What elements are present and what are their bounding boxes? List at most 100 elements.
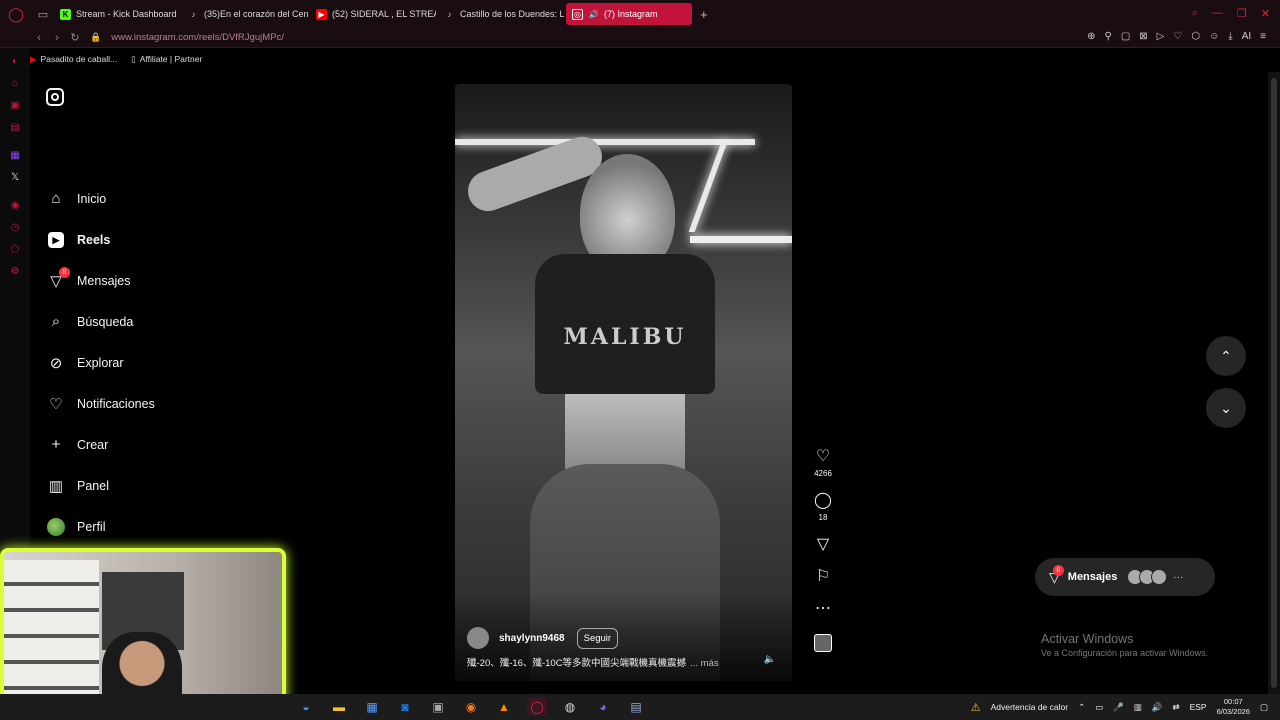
workspaces-icon[interactable]: ⌂ [0,72,30,94]
nav-item-notificaciones[interactable]: ♡ Notificaciones [46,383,155,424]
gym-light [688,142,728,232]
nav-item-busqueda[interactable]: ⌕ Búsqueda [46,301,155,342]
audio-thumbnail[interactable] [814,634,832,652]
windows-taskbar: ◒ ▬ ▦ ◙ ▣ ◉ ▲ ◯ ◍ ◕ ▤ ⚠ Advertencia de c… [0,694,1280,720]
dashboard-icon: ▥ [48,477,64,495]
reel-actions: ♡ 4266 ◯ 18 ▽ ⚐ ⋯ [810,448,836,652]
nav-label: Explorar [77,355,124,370]
favorite-icon[interactable]: ♡ [1173,31,1182,42]
reload-icon[interactable]: ↻ [66,31,84,44]
profile-icon[interactable]: ☺ [1209,31,1219,42]
speaker-icon[interactable]: 🔊 [1152,702,1163,713]
chevron-up-icon[interactable]: ⌃ [1078,702,1085,713]
outlook-icon[interactable]: ◙ [395,698,415,716]
messages-label: Mensajes [1067,571,1118,583]
camera-icon[interactable]: ▭ [1095,702,1103,713]
comment-icon[interactable]: ◯ [814,492,832,510]
new-tab-button[interactable]: + [700,7,708,22]
download-icon[interactable]: ⤓ [1228,31,1232,42]
network-share-icon[interactable]: ⇄ [1172,702,1179,713]
instagram-logo-icon[interactable] [46,88,64,106]
notification-badge: 8 [59,266,70,278]
player-icon[interactable]: ▤ [0,116,30,138]
tab-youtube[interactable]: ▶ (52) SIDERAL , EL STREAM [310,3,436,25]
volume-icon[interactable]: 🔈 [764,654,776,665]
close-icon[interactable]: ✕ [1261,7,1270,20]
share-icon[interactable]: ▽ [817,536,829,554]
microphone-icon[interactable]: 🎤 [1113,702,1124,713]
follow-button[interactable]: Seguir [576,627,619,649]
menu-icon[interactable]: ≡ [1260,31,1266,42]
opera-icon[interactable]: ◯ [527,698,547,716]
save-action: ⚐ [816,568,830,586]
notes-icon[interactable]: ▤ [626,698,646,716]
tab-tiktok-1[interactable]: ♪ (35)En el corazón del Cen [182,3,309,25]
settings-icon[interactable]: ⚙ [0,260,30,282]
weather-text[interactable]: Advertencia de calor [991,702,1069,712]
heart-icon[interactable]: ♡ [816,448,830,466]
discord-icon[interactable]: ◕ [593,698,613,716]
bookmark-item[interactable]: ▯ Affiliate | Partner [131,54,202,65]
more-icon[interactable]: ⋯ [815,600,831,618]
bookmark-label: Affiliate | Partner [139,53,203,64]
twitch-icon[interactable]: ▦ [0,144,30,166]
next-reel-button[interactable]: ⌄ [1206,388,1246,428]
nav-item-mensajes[interactable]: ▽ 8 Mensajes [46,260,155,301]
bookmark-item[interactable]: ▶ Pasadito de caball... [30,54,117,65]
comment-action: ◯ 18 [814,492,832,522]
record-icon[interactable]: ◉ [0,194,30,216]
zoom-icon[interactable]: ⊕ [1087,31,1095,42]
tab-kick[interactable]: K Stream - Kick Dashboard [54,3,180,25]
forward-icon[interactable]: › [48,32,66,44]
pin-icon[interactable]: ⚲ [1104,31,1111,42]
nav-item-reels[interactable]: ▶ Reels [46,219,155,260]
language-indicator[interactable]: ESP [1190,702,1207,712]
notifications-icon[interactable]: ▢ [1260,702,1268,713]
messenger-icon[interactable]: ▣ [0,94,30,116]
previous-reel-button[interactable]: ⌃ [1206,336,1246,376]
nav-item-panel[interactable]: ▥ Panel [46,465,155,506]
network-icon[interactable]: ▥ [1134,702,1142,713]
nav-item-explorar[interactable]: ⊘ Explorar [46,342,155,383]
notification-badge: 8 [1052,564,1064,576]
back-icon[interactable]: ‹ [30,32,48,44]
store-icon[interactable]: ▦ [362,698,382,716]
maximize-icon[interactable]: ❐ [1237,7,1247,20]
extensions-side-icon[interactable]: ⬠ [0,238,30,260]
reel-video[interactable]: MALIBU shaylynn9468 Seguir 殲-20、殲-16、殲-1… [455,84,792,681]
app-icon[interactable]: ▣ [428,698,448,716]
tab-overview-icon[interactable]: ▭ [32,0,54,28]
bookmark-icon[interactable]: ⚐ [816,568,830,586]
reels-icon: ▶ [46,230,66,250]
messages-pill[interactable]: ▽ 8 Mensajes ··· [1035,558,1215,596]
more-link[interactable]: ... más [690,658,719,669]
nav-item-inicio[interactable]: ⌂ Inicio [46,178,155,219]
file-explorer-icon[interactable]: ▬ [329,698,349,716]
search-tabs-icon[interactable]: ⌕ [1192,7,1198,20]
reel-username[interactable]: shaylynn9468 [499,633,565,644]
obs-icon[interactable]: ◍ [560,698,580,716]
ai-button[interactable]: AI [1242,31,1251,42]
page-scrollbar[interactable] [1268,72,1280,694]
chevron-up-icon: ⌃ [1220,347,1232,364]
play-icon[interactable]: ▷ [1157,31,1165,42]
x-icon[interactable]: 𝕏 [0,166,30,188]
history-icon[interactable]: ◷ [0,216,30,238]
url-field[interactable]: www.instagram.com/reels/DVfRJgujMPc/ [111,32,284,43]
tab-instagram[interactable]: ◎ 🔊 (7) Instagram [566,3,692,25]
nav-item-perfil[interactable]: Perfil [46,506,155,547]
clock[interactable]: 00:07 6/03/2026 [1217,697,1250,717]
tab-tiktok-2[interactable]: ♪ Castillo de los Duendes: L [438,3,565,25]
edge-icon[interactable]: ◒ [296,698,316,716]
aria-icon[interactable]: ◐ [0,50,30,72]
snapshot-icon[interactable]: ▢ [1121,31,1130,42]
nav-item-crear[interactable]: + Crear [46,424,155,465]
scrollbar-thumb[interactable] [1271,78,1277,688]
adblock-icon[interactable]: ⊠ [1139,31,1147,42]
extensions-icon[interactable]: ⬡ [1191,31,1200,42]
opera-logo-icon[interactable]: ◯ [0,0,32,28]
vlc-icon[interactable]: ▲ [494,698,514,716]
minimize-icon[interactable]: — [1212,7,1223,20]
firefox-icon[interactable]: ◉ [461,698,481,716]
avatar[interactable] [467,627,489,649]
